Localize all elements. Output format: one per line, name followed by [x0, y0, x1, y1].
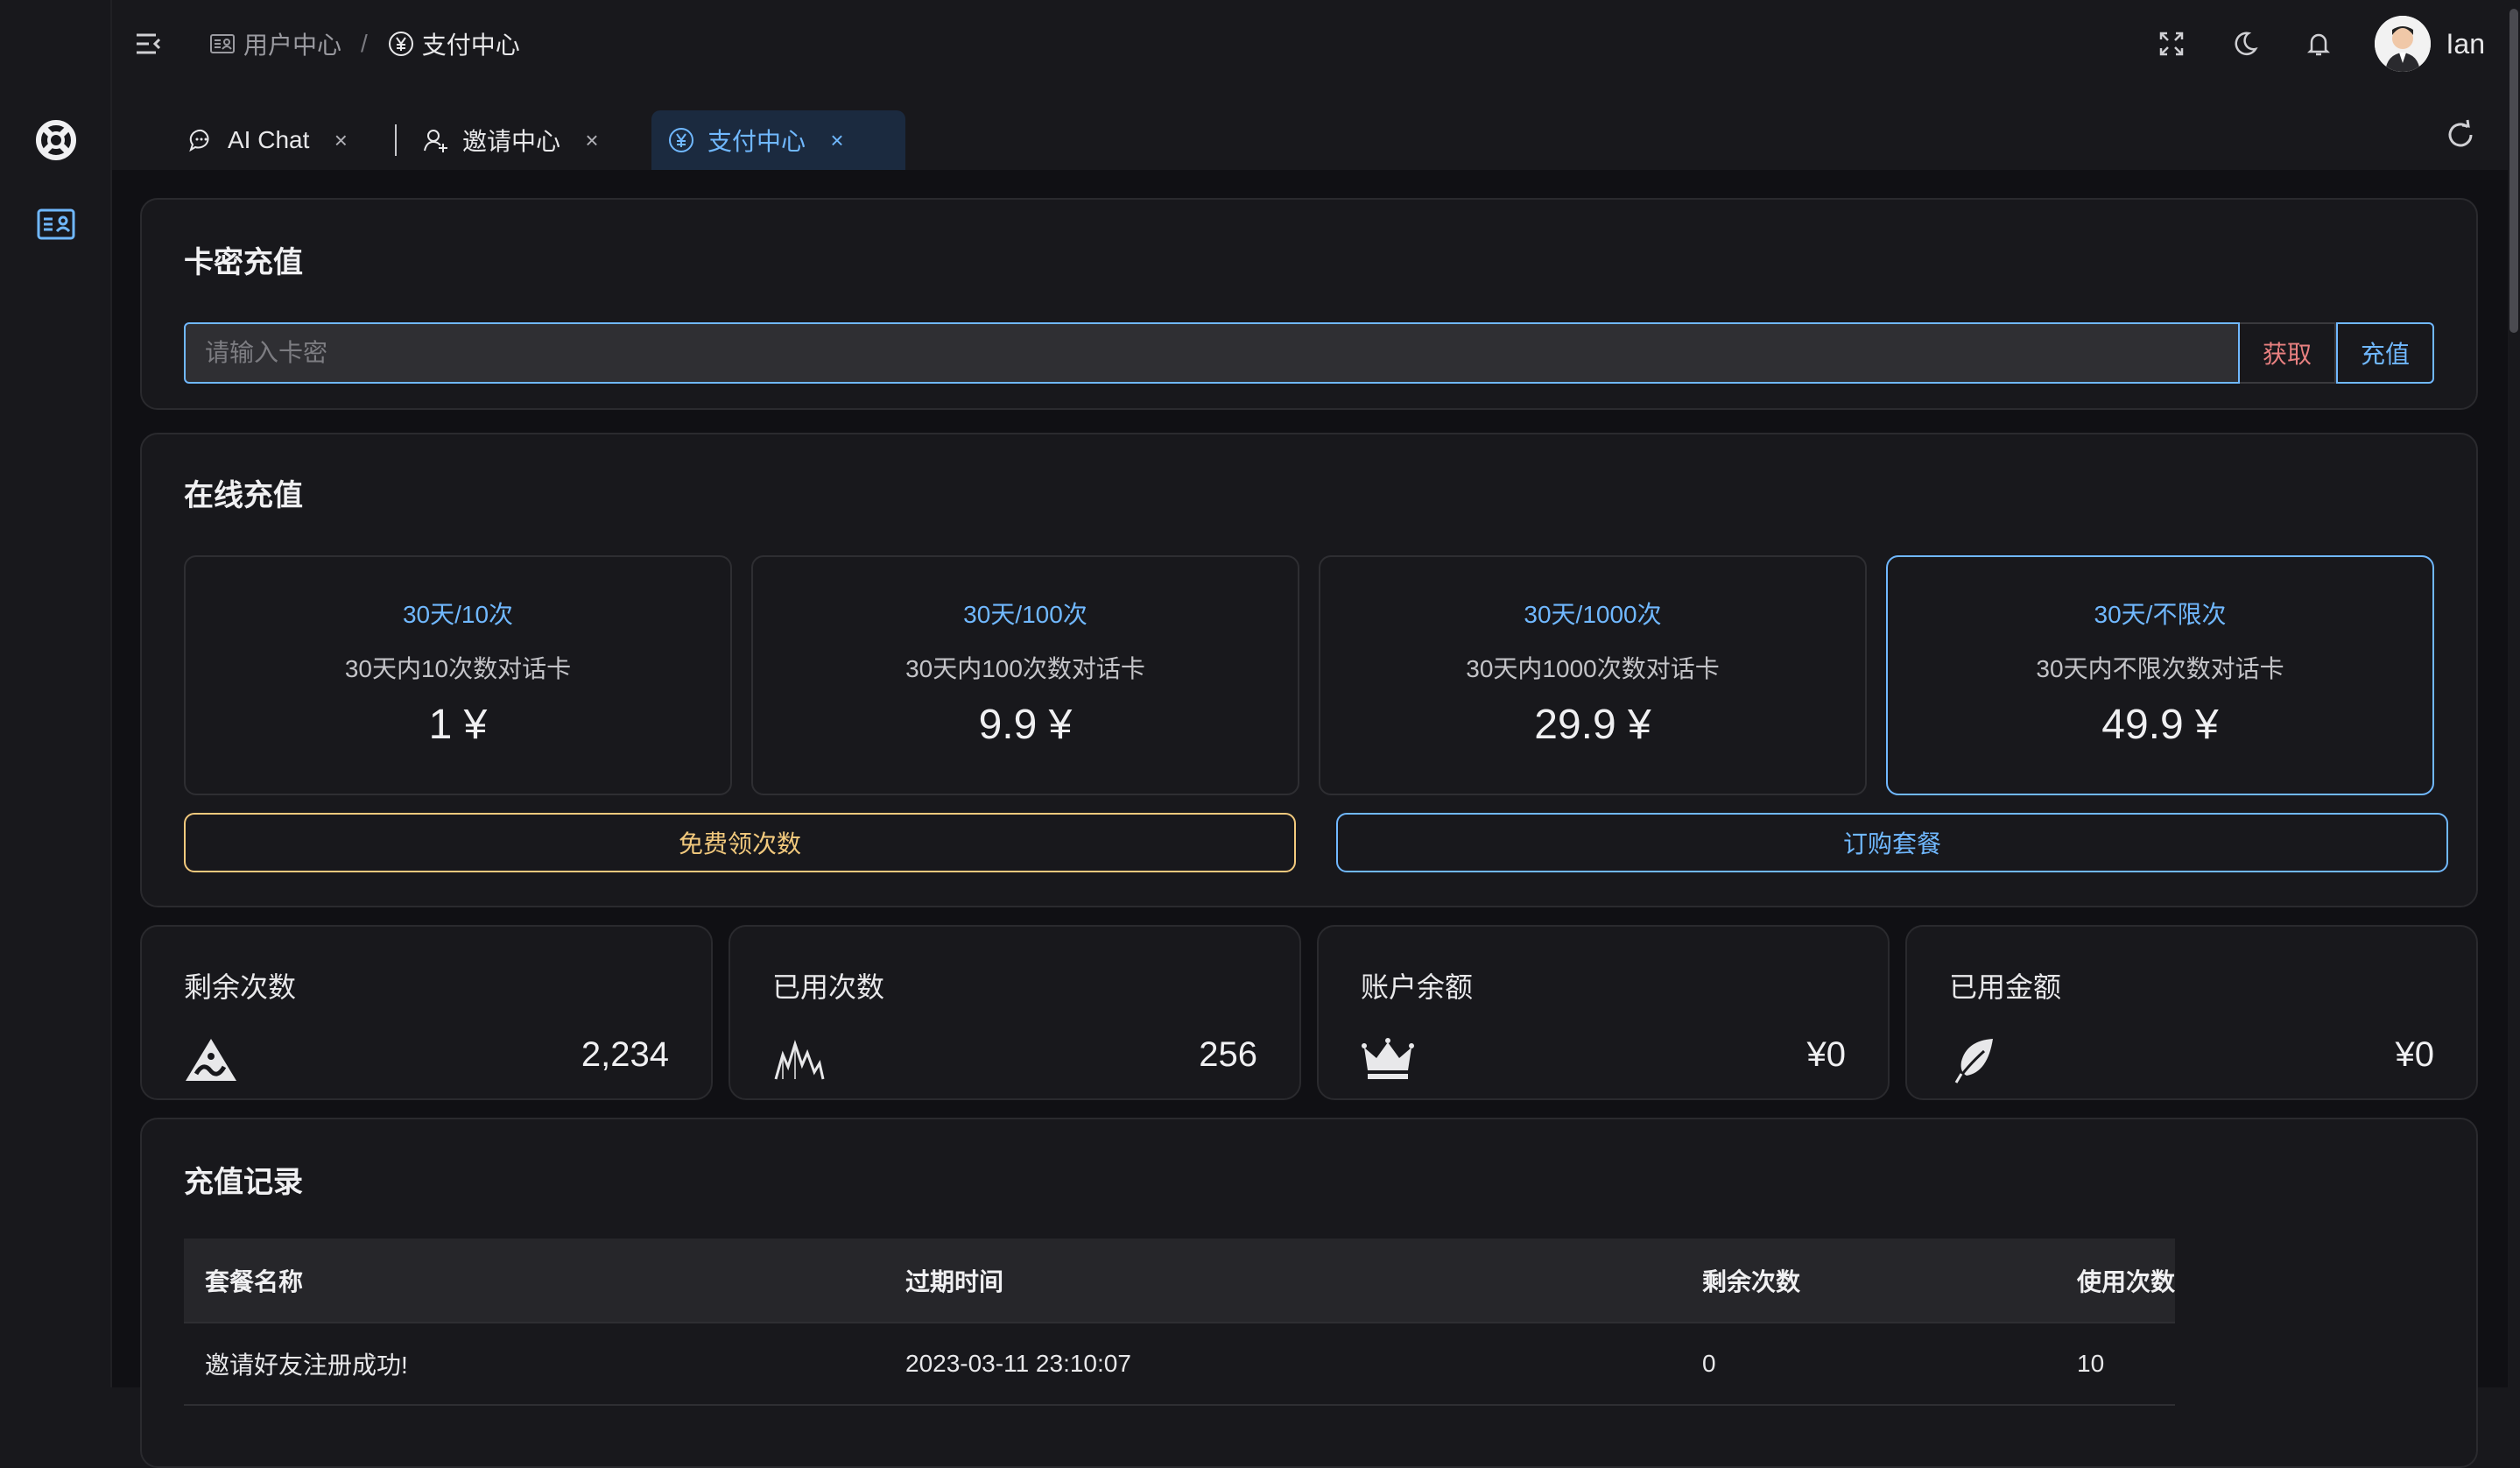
card-secret-input[interactable]	[184, 322, 2240, 384]
package-card-1000[interactable]: 30天/1000次 30天内1000次数对话卡 29.9 ¥	[1319, 555, 1867, 795]
recharge-records-section: 充值记录 套餐名称 过期时间 剩余次数 使用次数 邀请好友注册成功! 2023-…	[140, 1118, 2478, 1468]
package-desc: 30天内100次数对话卡	[753, 650, 1298, 685]
tab-invite-center[interactable]: 邀请中心 ×	[406, 110, 620, 170]
records-table: 套餐名称 过期时间 剩余次数 使用次数 邀请好友注册成功! 2023-03-11…	[184, 1239, 2175, 1406]
lifebuoy-logo-icon[interactable]	[35, 119, 77, 161]
section-title: 卡密充值	[184, 238, 303, 281]
tabs-bar: AI Chat × 邀请中心 × 支付中心 ×	[112, 105, 2520, 170]
username[interactable]: Ian	[2446, 28, 2485, 60]
package-card-10[interactable]: 30天/10次 30天内10次数对话卡 1 ¥	[184, 555, 732, 795]
section-title: 充值记录	[184, 1158, 303, 1201]
breadcrumb-label: 支付中心	[422, 26, 520, 61]
package-price: 29.9 ¥	[1320, 701, 1865, 749]
tab-divider	[395, 124, 397, 156]
package-name: 30天/100次	[753, 596, 1298, 631]
online-recharge-section: 在线充值 30天/10次 30天内10次数对话卡 1 ¥ 30天/100次 30…	[140, 433, 2478, 907]
package-card-unlimited[interactable]: 30天/不限次 30天内不限次数对话卡 49.9 ¥	[1886, 555, 2434, 795]
breadcrumb-item-user-center[interactable]: 用户中心	[208, 26, 341, 61]
get-card-button[interactable]: 获取	[2240, 322, 2336, 384]
table-cell: 0	[1681, 1323, 2056, 1405]
scrollbar-thumb[interactable]	[2509, 9, 2518, 333]
package-price: 49.9 ¥	[1888, 701, 2432, 749]
mountain-icon	[184, 1035, 238, 1084]
tab-label: 邀请中心	[462, 123, 560, 158]
peaks-icon	[772, 1035, 827, 1084]
table-header-row: 套餐名称 过期时间 剩余次数 使用次数	[184, 1239, 2175, 1323]
moon-icon	[2231, 30, 2259, 58]
breadcrumb: 用户中心 / 支付中心	[208, 23, 520, 65]
crown-icon	[1361, 1035, 1415, 1084]
stat-card-balance: 账户余额 ¥0	[1317, 925, 1890, 1100]
package-price: 1 ¥	[186, 701, 730, 749]
stat-label: 剩余次数	[184, 965, 296, 1006]
column-header[interactable]: 剩余次数	[1681, 1239, 2056, 1323]
menu-collapse-icon[interactable]	[133, 28, 165, 60]
stat-value: 2,234	[581, 1035, 669, 1075]
table-row[interactable]: 邀请好友注册成功! 2023-03-11 23:10:07 0 10	[184, 1323, 2175, 1405]
yen-circle-icon	[667, 126, 695, 154]
package-desc: 30天内不限次数对话卡	[1888, 650, 2432, 685]
refresh-icon[interactable]	[2443, 117, 2478, 152]
stat-label: 账户余额	[1361, 965, 1473, 1006]
tab-close-button[interactable]: ×	[825, 127, 849, 154]
stat-value: ¥0	[1807, 1035, 1847, 1075]
tab-label: AI Chat	[228, 126, 309, 154]
yen-circle-icon	[387, 30, 415, 58]
sidebar	[0, 0, 112, 1387]
id-card-icon	[208, 30, 236, 58]
card-secret-input-group: 获取 充值	[184, 322, 2434, 384]
table-cell: 2023-03-11 23:10:07	[884, 1323, 1681, 1405]
column-header[interactable]: 使用次数	[2056, 1239, 2175, 1323]
user-add-icon	[422, 126, 450, 154]
column-header[interactable]: 套餐名称	[184, 1239, 884, 1323]
main-content: 卡密充值 获取 充值 在线充值 30天/10次 30天内10次数对话卡 1 ¥ …	[112, 170, 2520, 1387]
stat-card-spent: 已用金额 ¥0	[1905, 925, 2478, 1100]
package-card-100[interactable]: 30天/100次 30天内100次数对话卡 9.9 ¥	[751, 555, 1299, 795]
package-name: 30天/1000次	[1320, 596, 1865, 631]
tab-close-button[interactable]: ×	[580, 127, 604, 154]
top-header: 用户中心 / 支付中心	[112, 0, 2520, 88]
bell-icon	[2305, 30, 2333, 58]
package-price: 9.9 ¥	[753, 701, 1298, 749]
page-scrollbar[interactable]	[2508, 0, 2520, 1387]
dark-mode-toggle[interactable]	[2228, 26, 2263, 61]
order-package-button[interactable]: 订购套餐	[1336, 813, 2448, 872]
leaf-icon	[1949, 1035, 2003, 1084]
card-secret-section: 卡密充值 获取 充值	[140, 198, 2478, 410]
package-desc: 30天内1000次数对话卡	[1320, 650, 1865, 685]
breadcrumb-label: 用户中心	[243, 26, 341, 61]
stat-value: 256	[1199, 1035, 1257, 1075]
tab-close-button[interactable]: ×	[328, 127, 353, 154]
chat-bubble-icon	[187, 126, 215, 154]
stat-label: 已用金额	[1949, 965, 2061, 1006]
recharge-button[interactable]: 充值	[2336, 322, 2434, 384]
section-title: 在线充值	[184, 471, 303, 514]
notifications-button[interactable]	[2301, 26, 2336, 61]
package-name: 30天/不限次	[1888, 596, 2432, 631]
breadcrumb-separator: /	[361, 30, 368, 58]
stat-label: 已用次数	[772, 965, 884, 1006]
package-desc: 30天内10次数对话卡	[186, 650, 730, 685]
fullscreen-icon	[2157, 30, 2186, 58]
tab-ai-chat[interactable]: AI Chat ×	[172, 110, 369, 170]
package-name: 30天/10次	[186, 596, 730, 631]
stat-card-used: 已用次数 256	[729, 925, 1301, 1100]
column-header[interactable]: 过期时间	[884, 1239, 1681, 1323]
free-credits-button[interactable]: 免费领次数	[184, 813, 1296, 872]
user-avatar-icon	[2375, 16, 2431, 72]
header-actions: Ian	[2115, 14, 2485, 74]
stat-value: ¥0	[2396, 1035, 2435, 1075]
tab-label: 支付中心	[707, 123, 806, 158]
id-card-icon[interactable]	[35, 203, 77, 245]
breadcrumb-item-payment-center[interactable]: 支付中心	[387, 26, 520, 61]
fullscreen-button[interactable]	[2154, 26, 2189, 61]
stat-card-remaining: 剩余次数 2,234	[140, 925, 713, 1100]
table-cell: 邀请好友注册成功!	[184, 1323, 884, 1405]
tab-payment-center[interactable]: 支付中心 ×	[651, 110, 905, 170]
table-cell: 10	[2056, 1323, 2175, 1405]
avatar[interactable]	[2375, 16, 2431, 72]
